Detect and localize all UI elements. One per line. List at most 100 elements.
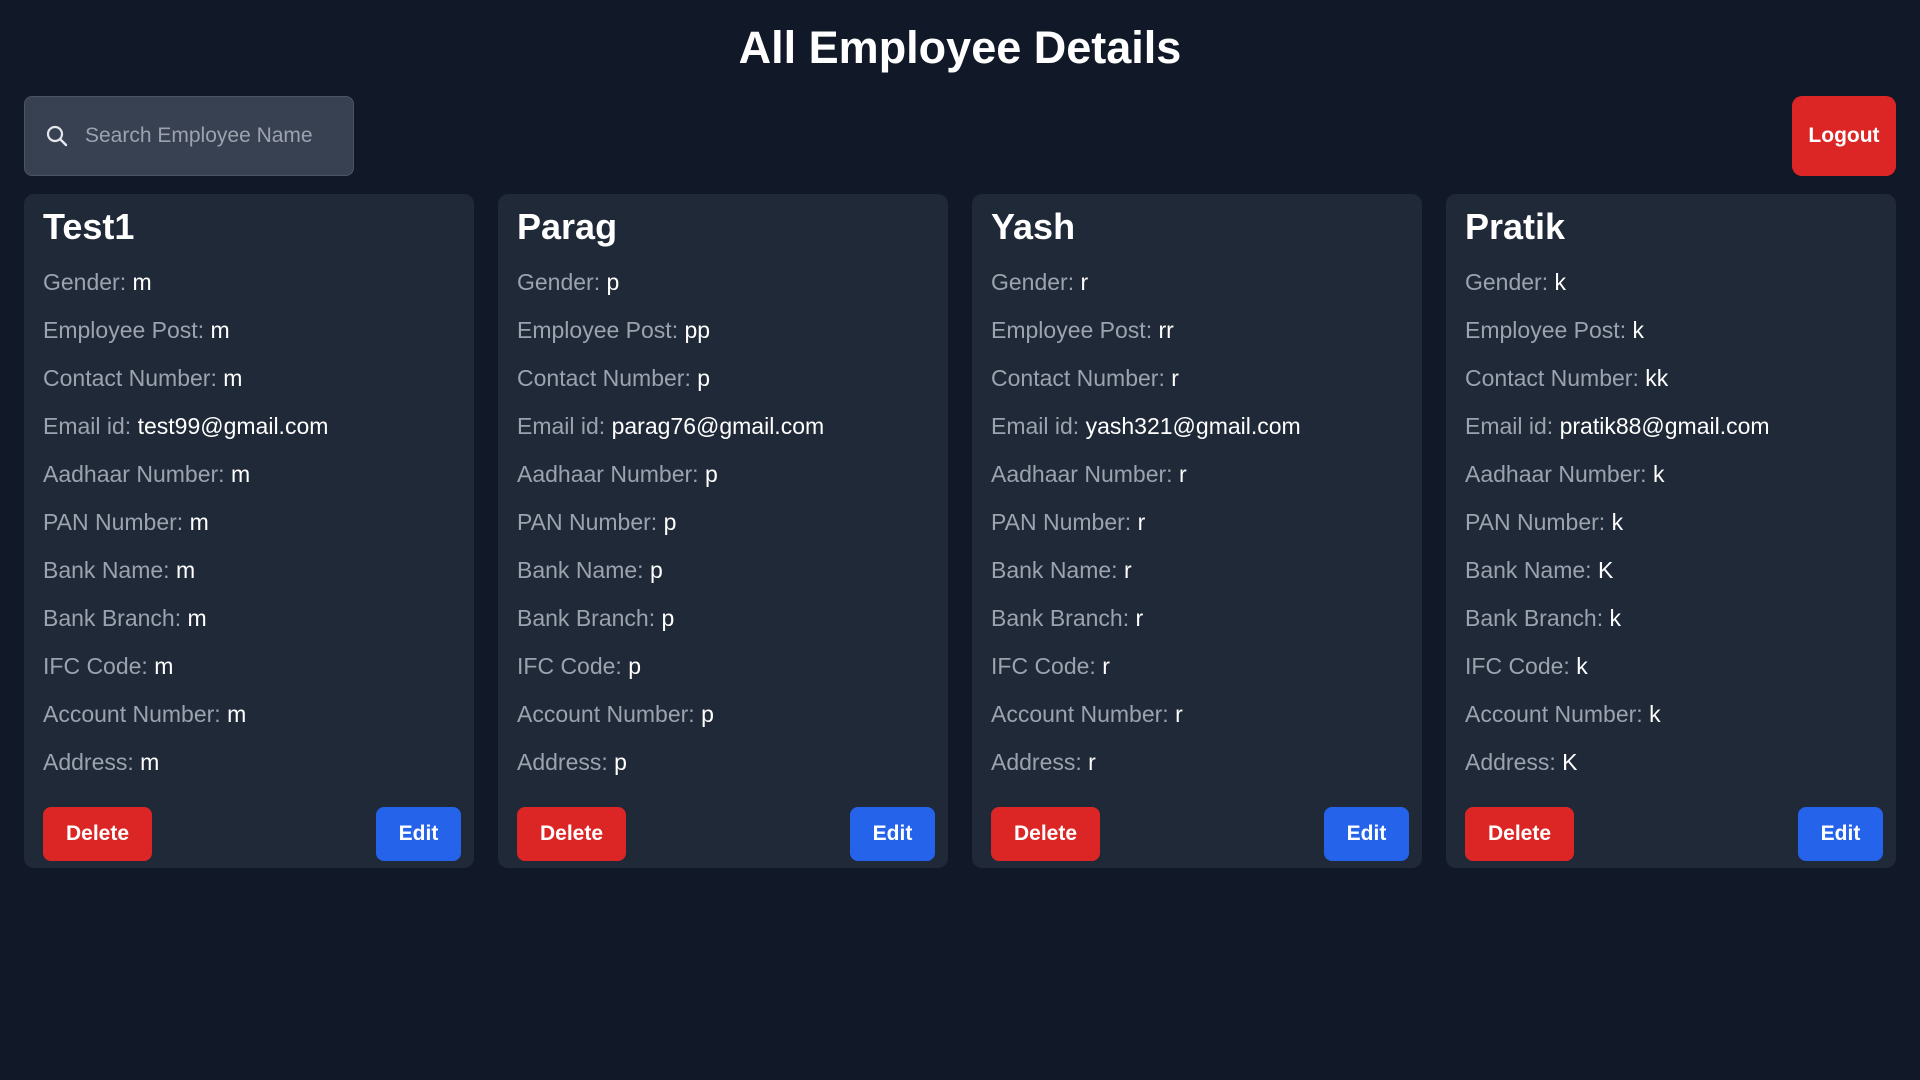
contact-field: Contact Number: p <box>517 366 824 414</box>
field-label: Account Number: <box>1465 701 1643 727</box>
edit-button[interactable]: Edit <box>1324 807 1409 861</box>
field-value: m <box>140 749 160 775</box>
delete-button[interactable]: Delete <box>517 807 626 861</box>
field-value: kk <box>1645 365 1669 391</box>
field-label: Employee Post: <box>991 317 1153 343</box>
gender-field: Gender: k <box>1465 270 1770 318</box>
post-field: Employee Post: m <box>43 318 328 366</box>
field-value: m <box>132 269 152 295</box>
field-label: Bank Branch: <box>517 605 656 631</box>
employee-name: Yash <box>991 206 1076 247</box>
bank-name-field: Bank Name: r <box>991 558 1301 606</box>
ifc-code-field: IFC Code: r <box>991 654 1301 702</box>
address-field: Address: m <box>43 750 328 798</box>
field-value: p <box>663 509 677 535</box>
field-label: Gender: <box>991 269 1075 295</box>
field-label: Contact Number: <box>43 365 217 391</box>
bank-name-field: Bank Name: m <box>43 558 328 606</box>
field-value: m <box>175 557 196 583</box>
ifc-code-field: IFC Code: m <box>43 654 328 702</box>
field-label: Aadhaar Number: <box>43 461 225 487</box>
field-value: r <box>1175 701 1183 727</box>
field-label: Bank Name: <box>43 557 170 583</box>
field-value: K <box>1597 557 1614 583</box>
field-label: Gender: <box>1465 269 1549 295</box>
field-value: p <box>606 269 620 295</box>
bank-branch-field: Bank Branch: k <box>1465 606 1770 654</box>
field-label: Employee Post: <box>1465 317 1627 343</box>
aadhaar-field: Aadhaar Number: m <box>43 462 328 510</box>
ifc-code-field: IFC Code: p <box>517 654 824 702</box>
email-field: Email id: pratik88@gmail.com <box>1465 414 1770 462</box>
field-label: PAN Number: <box>1465 509 1606 535</box>
field-label: Bank Branch: <box>991 605 1130 631</box>
edit-button[interactable]: Edit <box>376 807 461 861</box>
delete-button[interactable]: Delete <box>1465 807 1574 861</box>
contact-field: Contact Number: r <box>991 366 1301 414</box>
employee-name: Test1 <box>43 206 135 247</box>
address-field: Address: K <box>1465 750 1770 798</box>
field-value: r <box>1123 557 1132 583</box>
employee-name: Pratik <box>1465 206 1566 247</box>
field-label: Gender: <box>517 269 601 295</box>
account-number-field: Account Number: m <box>43 702 328 750</box>
field-label: Address: <box>43 749 134 775</box>
field-value: m <box>210 317 230 343</box>
field-label: Bank Branch: <box>43 605 182 631</box>
search-input[interactable] <box>85 124 325 148</box>
logout-button[interactable]: Logout <box>1792 96 1896 176</box>
employee-card: Parag Gender: p Employee Post: pp Contac… <box>498 194 948 868</box>
field-label: IFC Code: <box>991 653 1096 679</box>
field-label: Account Number: <box>43 701 221 727</box>
field-value: pp <box>684 317 711 343</box>
field-value: test99@gmail.com <box>137 413 329 439</box>
field-label: Aadhaar Number: <box>517 461 699 487</box>
field-label: PAN Number: <box>43 509 184 535</box>
delete-button[interactable]: Delete <box>43 807 152 861</box>
account-number-field: Account Number: k <box>1465 702 1770 750</box>
field-label: Aadhaar Number: <box>991 461 1173 487</box>
field-value: k <box>1554 269 1567 295</box>
search-box[interactable] <box>24 96 354 176</box>
delete-button[interactable]: Delete <box>991 807 1100 861</box>
aadhaar-field: Aadhaar Number: p <box>517 462 824 510</box>
field-label: Contact Number: <box>991 365 1165 391</box>
pan-field: PAN Number: p <box>517 510 824 558</box>
field-value: r <box>1080 269 1089 295</box>
field-label: Bank Branch: <box>1465 605 1604 631</box>
field-label: IFC Code: <box>517 653 622 679</box>
field-label: Bank Name: <box>991 557 1118 583</box>
field-value: m <box>227 701 247 727</box>
field-value: r <box>1178 461 1187 487</box>
field-label: Email id: <box>991 413 1080 439</box>
field-value: r <box>1171 365 1179 391</box>
field-value: p <box>614 749 627 775</box>
field-value: k <box>1652 461 1665 487</box>
employee-card: Test1 Gender: m Employee Post: m Contact… <box>24 194 474 868</box>
field-label: Account Number: <box>517 701 695 727</box>
field-value: k <box>1611 509 1624 535</box>
field-value: p <box>697 365 711 391</box>
field-value: yash321@gmail.com <box>1085 413 1301 439</box>
address-field: Address: p <box>517 750 824 798</box>
address-field: Address: r <box>991 750 1301 798</box>
field-label: Address: <box>517 749 608 775</box>
field-value: k <box>1649 701 1661 727</box>
bank-name-field: Bank Name: p <box>517 558 824 606</box>
field-label: IFC Code: <box>43 653 148 679</box>
field-value: k <box>1576 653 1588 679</box>
employee-card: Pratik Gender: k Employee Post: k Contac… <box>1446 194 1896 868</box>
field-value: m <box>189 509 209 535</box>
field-value: parag76@gmail.com <box>611 413 825 439</box>
field-value: p <box>661 605 675 631</box>
email-field: Email id: yash321@gmail.com <box>991 414 1301 462</box>
employee-card: Yash Gender: r Employee Post: r r Contact… <box>972 194 1422 868</box>
edit-button[interactable]: Edit <box>850 807 935 861</box>
field-label: Contact Number: <box>1465 365 1639 391</box>
bank-branch-field: Bank Branch: r <box>991 606 1301 654</box>
pan-field: PAN Number: m <box>43 510 328 558</box>
gender-field: Gender: m <box>43 270 328 318</box>
edit-button[interactable]: Edit <box>1798 807 1883 861</box>
bank-branch-field: Bank Branch: p <box>517 606 824 654</box>
contact-field: Contact Number: m <box>43 366 328 414</box>
